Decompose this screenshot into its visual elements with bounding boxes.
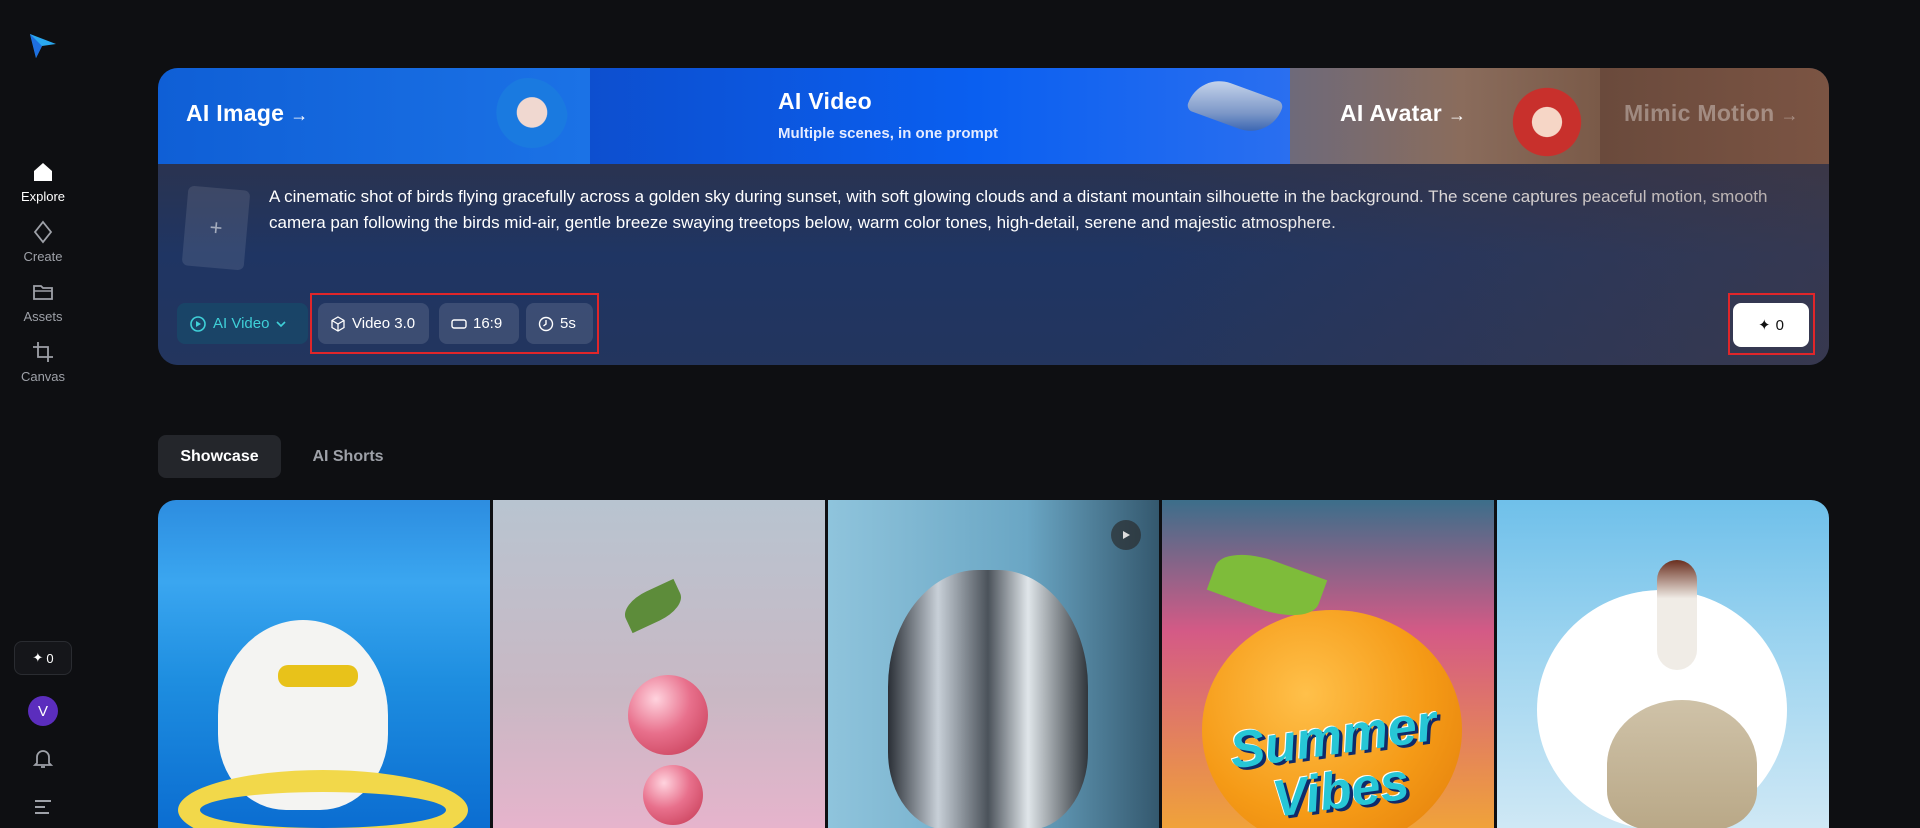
sidebar-item-assets[interactable]: Assets <box>0 280 86 324</box>
aspect-ratio-selector[interactable]: 16:9 <box>439 303 519 344</box>
gallery-card-cloud-cat[interactable] <box>1497 500 1829 828</box>
tab-ai-shorts[interactable]: AI Shorts <box>298 435 398 478</box>
aspect-ratio-icon <box>451 318 467 329</box>
sidebar-item-canvas[interactable]: Canvas <box>0 340 86 384</box>
crop-icon <box>33 342 53 362</box>
mode-tabs: AI Image → AI Video Multiple scenes, in o… <box>158 68 1829 164</box>
prompt-input[interactable]: A cinematic shot of birds flying gracefu… <box>269 184 1769 236</box>
arrow-right-icon: → <box>1780 105 1799 125</box>
sidebar-item-label: Create <box>23 249 63 264</box>
mode-label: AI Video <box>213 315 270 332</box>
tab-label: AI Image <box>186 100 285 126</box>
tab-subtitle: Multiple scenes, in one prompt <box>778 125 999 142</box>
menu-icon[interactable] <box>32 796 54 818</box>
tab-label: AI Avatar <box>1340 100 1442 126</box>
sidebar: Explore Create Assets Canvas ✦ 0 V <box>0 0 86 828</box>
arrow-right-icon: → <box>1447 105 1467 125</box>
tab-label: Mimic Motion <box>1624 100 1775 126</box>
pool-float <box>178 770 468 828</box>
cherry-leaf <box>618 578 687 634</box>
blue-hair-portrait <box>488 78 568 164</box>
chrome-tulip <box>887 570 1088 828</box>
red-hair-character <box>1502 80 1592 164</box>
sidebar-item-label: Assets <box>23 309 63 324</box>
showcase-gallery: Summer Vibes <box>158 500 1829 828</box>
cherry-bottom <box>642 765 703 825</box>
tab-ai-video[interactable]: AI Video Multiple scenes, in one prompt <box>590 68 1290 164</box>
sidebar-item-explore[interactable]: Explore <box>0 160 86 204</box>
sunglasses <box>278 665 358 687</box>
sidebar-item-label: Canvas <box>20 369 66 384</box>
cat-figure <box>1607 700 1758 828</box>
diamond-icon <box>33 220 53 244</box>
ratio-label: 16:9 <box>473 315 503 332</box>
plus-icon: + <box>208 214 224 241</box>
gallery-card-cherry[interactable] <box>492 500 825 828</box>
jet-illustration <box>1185 71 1285 141</box>
tab-mimic-motion[interactable]: Mimic Motion → <box>1600 68 1829 164</box>
credits-value: 0 <box>46 650 54 666</box>
sidebar-item-label: Explore <box>20 189 66 204</box>
model-label: Video 3.0 <box>352 315 416 332</box>
image-upload-card[interactable]: + <box>181 185 251 271</box>
gallery-card-metal-tulip[interactable] <box>827 500 1160 828</box>
sidebar-item-create[interactable]: Create <box>0 220 86 264</box>
model-selector[interactable]: Video 3.0 <box>318 303 429 344</box>
clock-icon <box>538 316 554 331</box>
tab-ai-avatar[interactable]: AI Avatar → <box>1290 68 1600 164</box>
tab-ai-image[interactable]: AI Image → <box>158 68 590 164</box>
tab-label: AI Video <box>778 88 872 114</box>
arrow-right-icon: → <box>290 105 309 125</box>
logo-icon[interactable] <box>28 30 58 60</box>
duration-label: 5s <box>560 315 576 332</box>
generate-cost: 0 <box>1775 316 1784 334</box>
credits-chip[interactable]: ✦ 0 <box>14 641 72 675</box>
cherry-top <box>627 675 708 755</box>
home-icon <box>34 163 52 181</box>
mode-dropdown[interactable]: AI Video <box>177 303 308 344</box>
tab-showcase[interactable]: Showcase <box>158 435 281 478</box>
gallery-card-cat-pool[interactable] <box>158 500 490 828</box>
cube-icon <box>331 315 345 332</box>
hero-generator-panel: AI Image → AI Video Multiple scenes, in o… <box>158 68 1829 365</box>
sparkle-icon: ✦ <box>32 650 44 665</box>
sparkle-icon: ✦ <box>1758 317 1771 334</box>
girl-figure <box>1657 560 1698 670</box>
video-mode-icon <box>190 315 206 332</box>
generate-button[interactable]: ✦ 0 <box>1733 303 1809 347</box>
avatar[interactable]: V <box>28 696 58 726</box>
folder-icon <box>33 285 53 300</box>
play-icon[interactable] <box>1111 520 1142 550</box>
bell-icon[interactable] <box>31 746 55 770</box>
duration-selector[interactable]: 5s <box>526 303 593 344</box>
chevron-down-icon <box>276 320 287 327</box>
gallery-card-summer-vibes[interactable]: Summer Vibes <box>1162 500 1495 828</box>
